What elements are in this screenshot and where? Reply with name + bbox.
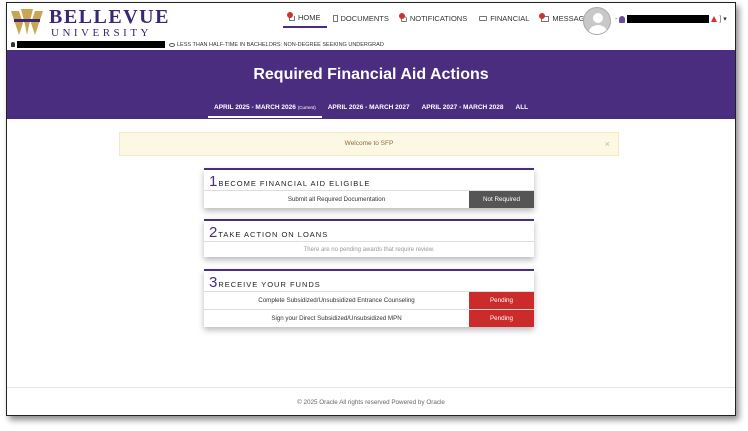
notification-badge xyxy=(539,12,546,19)
current-tag: (Current) xyxy=(297,105,316,110)
welcome-alert: Welcome to SFP × xyxy=(119,132,619,156)
action-row: Complete Subsidized/Unsubsidized Entranc… xyxy=(204,291,534,309)
nav-documents-label: DOCUMENTS xyxy=(340,14,389,23)
step-card-eligible: 1 BECOME FINANCIAL AID ELIGIBLE Submit a… xyxy=(204,168,534,208)
status-button[interactable]: Pending xyxy=(469,310,534,327)
redacted-student-id xyxy=(17,41,165,48)
nav-financial[interactable]: FINANCIAL xyxy=(473,13,535,28)
step-number: 1 xyxy=(209,173,218,190)
step-title: RECEIVE YOUR FUNDS xyxy=(218,280,321,289)
tab-2027-2028[interactable]: APRIL 2027 - MARCH 2028 xyxy=(416,104,510,118)
nav-documents[interactable]: DOCUMENTS xyxy=(327,13,395,28)
close-icon[interactable]: × xyxy=(605,133,610,155)
user-menu[interactable]: - ] ▾ xyxy=(615,15,727,23)
nav-home[interactable]: HOME xyxy=(283,12,327,28)
page-footer: © 2025 Oracle All rights reserved Powere… xyxy=(7,387,735,415)
tab-label: ALL xyxy=(515,104,529,111)
brand-subtitle: UNIVERSITY xyxy=(51,27,152,39)
aid-year-tabs: APRIL 2025 - MARCH 2026 (Current) APRIL … xyxy=(208,104,534,118)
step-card-funds: 3 RECEIVE YOUR FUNDS Complete Subsidized… xyxy=(204,269,534,327)
home-icon xyxy=(287,12,295,21)
tab-2026-2027[interactable]: APRIL 2026 - MARCH 2027 xyxy=(322,104,416,118)
enrollment-status: LESS THAN HALF-TIME IN BACHELORS: NON-DE… xyxy=(177,42,384,48)
card-icon xyxy=(479,16,488,21)
page-title: Required Financial Aid Actions xyxy=(253,66,489,83)
step-card-loans: 2 TAKE ACTION ON LOANS There are no pend… xyxy=(204,219,534,257)
document-icon xyxy=(332,15,338,22)
notification-badge xyxy=(287,12,293,18)
app-window: BELLEVUE UNIVERSITY HOME DOCUMENTS NOTIF… xyxy=(6,2,736,416)
action-row: Sign your Direct Subsidized/Unsubsidized… xyxy=(204,309,534,327)
step-title: BECOME FINANCIAL AID ELIGIBLE xyxy=(218,179,371,188)
brand-name: BELLEVUE xyxy=(49,6,170,28)
step-number: 3 xyxy=(209,274,218,291)
status-button[interactable]: Pending xyxy=(469,292,534,309)
nav-notifications-label: NOTIFICATIONS xyxy=(409,14,468,23)
empty-message: There are no pending awards that require… xyxy=(204,241,534,257)
tab-label: APRIL 2027 - MARCH 2028 xyxy=(421,104,504,111)
user-icon xyxy=(619,15,626,23)
status-button[interactable]: Not Required xyxy=(469,191,534,208)
status-bar: LESS THAN HALF-TIME IN BACHELORS: NON-DE… xyxy=(7,40,735,50)
tab-label: APRIL 2026 - MARCH 2027 xyxy=(327,104,410,111)
redacted-user-name xyxy=(627,15,710,23)
action-row: Submit all Required Documentation Not Re… xyxy=(204,190,534,208)
action-label: Complete Subsidized/Unsubsidized Entranc… xyxy=(258,297,415,304)
crest-icon xyxy=(11,9,43,35)
notification-badge xyxy=(398,12,405,19)
alert-message: Welcome to SFP xyxy=(344,140,394,147)
tab-2025-2026[interactable]: APRIL 2025 - MARCH 2026 (Current) xyxy=(208,104,322,118)
mail-icon xyxy=(539,12,550,22)
university-logo[interactable]: BELLEVUE UNIVERSITY xyxy=(9,5,170,39)
nav-notifications[interactable]: NOTIFICATIONS xyxy=(395,12,473,28)
chevron-down-icon: ▾ xyxy=(723,16,727,23)
footer-text: © 2025 Oracle All rights reserved Powere… xyxy=(297,399,445,406)
step-number: 2 xyxy=(209,224,218,241)
action-label: Submit all Required Documentation xyxy=(287,196,386,203)
eye-icon xyxy=(169,43,175,47)
tab-label: APRIL 2025 - MARCH 2026 xyxy=(214,104,296,111)
action-label: Sign your Direct Subsidized/Unsubsidized… xyxy=(271,315,402,322)
top-header: BELLEVUE UNIVERSITY HOME DOCUMENTS NOTIF… xyxy=(7,3,735,39)
page-banner: Required Financial Aid Actions APRIL 202… xyxy=(7,50,735,119)
nav-financial-label: FINANCIAL xyxy=(490,14,530,23)
main-nav: HOME DOCUMENTS NOTIFICATIONS FINANCIAL M… xyxy=(283,12,601,28)
tab-all[interactable]: ALL xyxy=(510,104,535,118)
step-title: TAKE ACTION ON LOANS xyxy=(218,230,329,239)
nav-home-label: HOME xyxy=(298,13,321,22)
user-icon xyxy=(11,42,15,47)
avatar[interactable] xyxy=(583,7,611,35)
bell-icon xyxy=(398,12,407,22)
alert-icon xyxy=(711,16,718,22)
